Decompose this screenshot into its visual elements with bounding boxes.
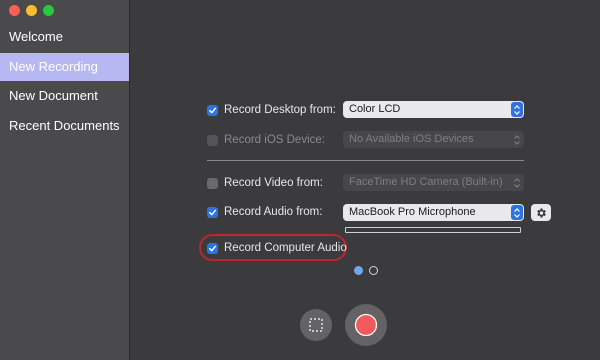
page-dot-1[interactable] — [354, 266, 363, 275]
chevron-up-down-icon — [511, 175, 523, 190]
audio-settings-button[interactable] — [531, 204, 551, 221]
chevron-up-down-icon — [511, 132, 523, 147]
gear-icon — [537, 208, 546, 217]
record-desktop-select[interactable]: Color LCD — [343, 101, 524, 118]
crop-region-button[interactable] — [300, 309, 332, 341]
record-button[interactable] — [345, 304, 387, 346]
record-ios-checkbox[interactable] — [207, 134, 218, 146]
record-computer-audio-label: Record Computer Audio — [224, 242, 347, 254]
audio-level-meter — [345, 227, 521, 233]
record-ios-select[interactable]: No Available iOS Devices — [343, 131, 524, 148]
record-desktop-checkbox[interactable] — [207, 104, 218, 116]
checkmark-icon — [209, 245, 217, 251]
checkmark-icon — [209, 107, 217, 113]
chevron-up-down-icon — [511, 205, 523, 220]
record-video-checkbox[interactable] — [207, 177, 218, 189]
sidebar-item-new-recording[interactable]: New Recording — [0, 53, 129, 81]
record-desktop-label: Record Desktop from: — [224, 104, 336, 116]
sidebar: Welcome New Recording New Document Recen… — [0, 0, 130, 360]
record-ios-value: No Available iOS Devices — [349, 133, 474, 145]
sidebar-item-welcome[interactable]: Welcome — [0, 23, 129, 51]
chevron-up-down-icon — [511, 102, 523, 117]
record-ios-row: Record iOS Device: — [207, 130, 325, 150]
sidebar-item-recent-documents[interactable]: Recent Documents — [0, 112, 129, 140]
sidebar-item-new-document[interactable]: New Document — [0, 82, 129, 110]
section-divider — [207, 160, 524, 161]
record-icon — [354, 313, 378, 337]
record-ios-label: Record iOS Device: — [224, 134, 325, 146]
record-computer-audio-row: Record Computer Audio — [207, 238, 347, 258]
record-video-label: Record Video from: — [224, 177, 323, 189]
record-audio-select[interactable]: MacBook Pro Microphone — [343, 204, 524, 221]
record-audio-label: Record Audio from: — [224, 206, 323, 218]
window-controls — [9, 5, 54, 16]
record-video-value: FaceTime HD Camera (Built-in) — [349, 176, 503, 188]
record-audio-value: MacBook Pro Microphone — [349, 206, 476, 218]
zoom-window-button[interactable] — [43, 5, 54, 16]
crop-region-icon — [309, 318, 323, 332]
checkmark-icon — [209, 209, 217, 215]
record-video-row: Record Video from: — [207, 173, 323, 193]
close-window-button[interactable] — [9, 5, 20, 16]
page-dot-2[interactable] — [369, 266, 378, 275]
record-audio-checkbox[interactable] — [207, 206, 218, 218]
record-computer-audio-checkbox[interactable] — [207, 242, 218, 254]
minimize-window-button[interactable] — [26, 5, 37, 16]
record-desktop-value: Color LCD — [349, 103, 401, 115]
record-video-select[interactable]: FaceTime HD Camera (Built-in) — [343, 174, 524, 191]
record-desktop-row: Record Desktop from: — [207, 100, 336, 120]
record-audio-row: Record Audio from: — [207, 202, 322, 222]
